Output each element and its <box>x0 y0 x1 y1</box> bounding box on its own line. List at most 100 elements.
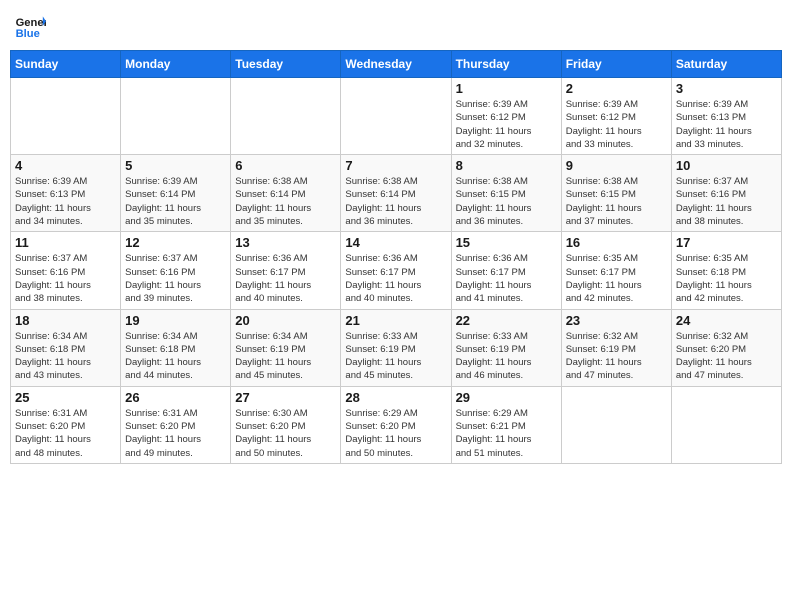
table-row: 5 Sunrise: 6:39 AM Sunset: 6:14 PM Daylig… <box>121 155 231 232</box>
table-row: 15Sunrise: 6:36 AM Sunset: 6:17 PM Dayli… <box>451 232 561 309</box>
day-info: Sunrise: 6:31 AM Sunset: 6:20 PM Dayligh… <box>15 407 116 460</box>
day-info: Sunrise: 6:38 AM Sunset: 6:14 PM Dayligh… <box>235 175 336 228</box>
table-row: 1 Sunrise: 6:39 AM Sunset: 6:12 PM Daylig… <box>451 78 561 155</box>
col-thursday: Thursday <box>451 51 561 78</box>
day-number: 15 <box>456 235 557 250</box>
day-number: 4 <box>15 158 116 173</box>
table-row: 8 Sunrise: 6:38 AM Sunset: 6:15 PM Daylig… <box>451 155 561 232</box>
table-row: 13Sunrise: 6:36 AM Sunset: 6:17 PM Dayli… <box>231 232 341 309</box>
day-number: 22 <box>456 313 557 328</box>
table-row: 18Sunrise: 6:34 AM Sunset: 6:18 PM Dayli… <box>11 309 121 386</box>
calendar-table: Sunday Monday Tuesday Wednesday Thursday… <box>10 50 782 464</box>
day-number: 3 <box>676 81 777 96</box>
day-number: 16 <box>566 235 667 250</box>
col-wednesday: Wednesday <box>341 51 451 78</box>
day-info: Sunrise: 6:35 AM Sunset: 6:17 PM Dayligh… <box>566 252 667 305</box>
table-row: 26 Sunrise: 6:31 AM Sunset: 6:20 PM Dayli… <box>121 386 231 463</box>
day-info: Sunrise: 6:32 AM Sunset: 6:19 PM Dayligh… <box>566 330 667 383</box>
day-info: Sunrise: 6:36 AM Sunset: 6:17 PM Dayligh… <box>345 252 446 305</box>
col-sunday: Sunday <box>11 51 121 78</box>
day-number: 6 <box>235 158 336 173</box>
calendar-week-row: 11 Sunrise: 6:37 AM Sunset: 6:16 PM Dayli… <box>11 232 782 309</box>
col-friday: Friday <box>561 51 671 78</box>
day-number: 11 <box>15 235 116 250</box>
day-info: Sunrise: 6:33 AM Sunset: 6:19 PM Dayligh… <box>345 330 446 383</box>
day-number: 2 <box>566 81 667 96</box>
table-row <box>341 78 451 155</box>
table-row: 14 Sunrise: 6:36 AM Sunset: 6:17 PM Dayli… <box>341 232 451 309</box>
day-info: Sunrise: 6:39 AM Sunset: 6:12 PM Dayligh… <box>456 98 557 151</box>
table-row: 6 Sunrise: 6:38 AM Sunset: 6:14 PM Daylig… <box>231 155 341 232</box>
day-info: Sunrise: 6:32 AM Sunset: 6:20 PM Dayligh… <box>676 330 777 383</box>
col-saturday: Saturday <box>671 51 781 78</box>
calendar-header: Sunday Monday Tuesday Wednesday Thursday… <box>11 51 782 78</box>
day-info: Sunrise: 6:39 AM Sunset: 6:13 PM Dayligh… <box>676 98 777 151</box>
table-row: 23 Sunrise: 6:32 AM Sunset: 6:19 PM Dayli… <box>561 309 671 386</box>
day-info: Sunrise: 6:33 AM Sunset: 6:19 PM Dayligh… <box>456 330 557 383</box>
day-info: Sunrise: 6:37 AM Sunset: 6:16 PM Dayligh… <box>676 175 777 228</box>
page-header: General Blue <box>10 10 782 42</box>
table-row: 20 Sunrise: 6:34 AM Sunset: 6:19 PM Dayli… <box>231 309 341 386</box>
day-number: 28 <box>345 390 446 405</box>
day-info: Sunrise: 6:38 AM Sunset: 6:14 PM Dayligh… <box>345 175 446 228</box>
table-row: 11 Sunrise: 6:37 AM Sunset: 6:16 PM Dayli… <box>11 232 121 309</box>
calendar-body: 1 Sunrise: 6:39 AM Sunset: 6:12 PM Daylig… <box>11 78 782 464</box>
table-row: 17Sunrise: 6:35 AM Sunset: 6:18 PM Dayli… <box>671 232 781 309</box>
table-row: 10 Sunrise: 6:37 AM Sunset: 6:16 PM Dayli… <box>671 155 781 232</box>
table-row: 16 Sunrise: 6:35 AM Sunset: 6:17 PM Dayli… <box>561 232 671 309</box>
day-number: 12 <box>125 235 226 250</box>
day-info: Sunrise: 6:34 AM Sunset: 6:18 PM Dayligh… <box>125 330 226 383</box>
day-number: 19 <box>125 313 226 328</box>
day-number: 5 <box>125 158 226 173</box>
day-info: Sunrise: 6:39 AM Sunset: 6:14 PM Dayligh… <box>125 175 226 228</box>
day-number: 9 <box>566 158 667 173</box>
day-number: 26 <box>125 390 226 405</box>
table-row <box>121 78 231 155</box>
day-info: Sunrise: 6:37 AM Sunset: 6:16 PM Dayligh… <box>125 252 226 305</box>
day-number: 8 <box>456 158 557 173</box>
logo: General Blue <box>14 10 50 42</box>
day-info: Sunrise: 6:30 AM Sunset: 6:20 PM Dayligh… <box>235 407 336 460</box>
day-number: 1 <box>456 81 557 96</box>
table-row <box>231 78 341 155</box>
day-info: Sunrise: 6:38 AM Sunset: 6:15 PM Dayligh… <box>456 175 557 228</box>
day-number: 21 <box>345 313 446 328</box>
day-number: 10 <box>676 158 777 173</box>
calendar-week-row: 1 Sunrise: 6:39 AM Sunset: 6:12 PM Daylig… <box>11 78 782 155</box>
calendar-week-row: 25Sunrise: 6:31 AM Sunset: 6:20 PM Dayli… <box>11 386 782 463</box>
day-number: 23 <box>566 313 667 328</box>
day-info: Sunrise: 6:34 AM Sunset: 6:18 PM Dayligh… <box>15 330 116 383</box>
day-info: Sunrise: 6:36 AM Sunset: 6:17 PM Dayligh… <box>235 252 336 305</box>
table-row <box>671 386 781 463</box>
day-info: Sunrise: 6:34 AM Sunset: 6:19 PM Dayligh… <box>235 330 336 383</box>
calendar-week-row: 18Sunrise: 6:34 AM Sunset: 6:18 PM Dayli… <box>11 309 782 386</box>
table-row: 19 Sunrise: 6:34 AM Sunset: 6:18 PM Dayli… <box>121 309 231 386</box>
table-row: 22 Sunrise: 6:33 AM Sunset: 6:19 PM Dayli… <box>451 309 561 386</box>
day-info: Sunrise: 6:31 AM Sunset: 6:20 PM Dayligh… <box>125 407 226 460</box>
table-row: 7 Sunrise: 6:38 AM Sunset: 6:14 PM Daylig… <box>341 155 451 232</box>
table-row <box>561 386 671 463</box>
table-row: 9 Sunrise: 6:38 AM Sunset: 6:15 PM Daylig… <box>561 155 671 232</box>
day-number: 7 <box>345 158 446 173</box>
day-info: Sunrise: 6:37 AM Sunset: 6:16 PM Dayligh… <box>15 252 116 305</box>
calendar-week-row: 4 Sunrise: 6:39 AM Sunset: 6:13 PM Daylig… <box>11 155 782 232</box>
day-number: 29 <box>456 390 557 405</box>
table-row: 12 Sunrise: 6:37 AM Sunset: 6:16 PM Dayli… <box>121 232 231 309</box>
day-number: 14 <box>345 235 446 250</box>
col-tuesday: Tuesday <box>231 51 341 78</box>
table-row: 27Sunrise: 6:30 AM Sunset: 6:20 PM Dayli… <box>231 386 341 463</box>
logo-icon: General Blue <box>14 10 46 42</box>
svg-text:General: General <box>16 17 46 29</box>
header-row: Sunday Monday Tuesday Wednesday Thursday… <box>11 51 782 78</box>
day-number: 17 <box>676 235 777 250</box>
day-info: Sunrise: 6:38 AM Sunset: 6:15 PM Dayligh… <box>566 175 667 228</box>
day-info: Sunrise: 6:39 AM Sunset: 6:13 PM Dayligh… <box>15 175 116 228</box>
day-number: 24 <box>676 313 777 328</box>
table-row: 25Sunrise: 6:31 AM Sunset: 6:20 PM Dayli… <box>11 386 121 463</box>
table-row: 21 Sunrise: 6:33 AM Sunset: 6:19 PM Dayli… <box>341 309 451 386</box>
table-row <box>11 78 121 155</box>
col-monday: Monday <box>121 51 231 78</box>
table-row: 3 Sunrise: 6:39 AM Sunset: 6:13 PM Daylig… <box>671 78 781 155</box>
day-number: 20 <box>235 313 336 328</box>
day-info: Sunrise: 6:29 AM Sunset: 6:21 PM Dayligh… <box>456 407 557 460</box>
